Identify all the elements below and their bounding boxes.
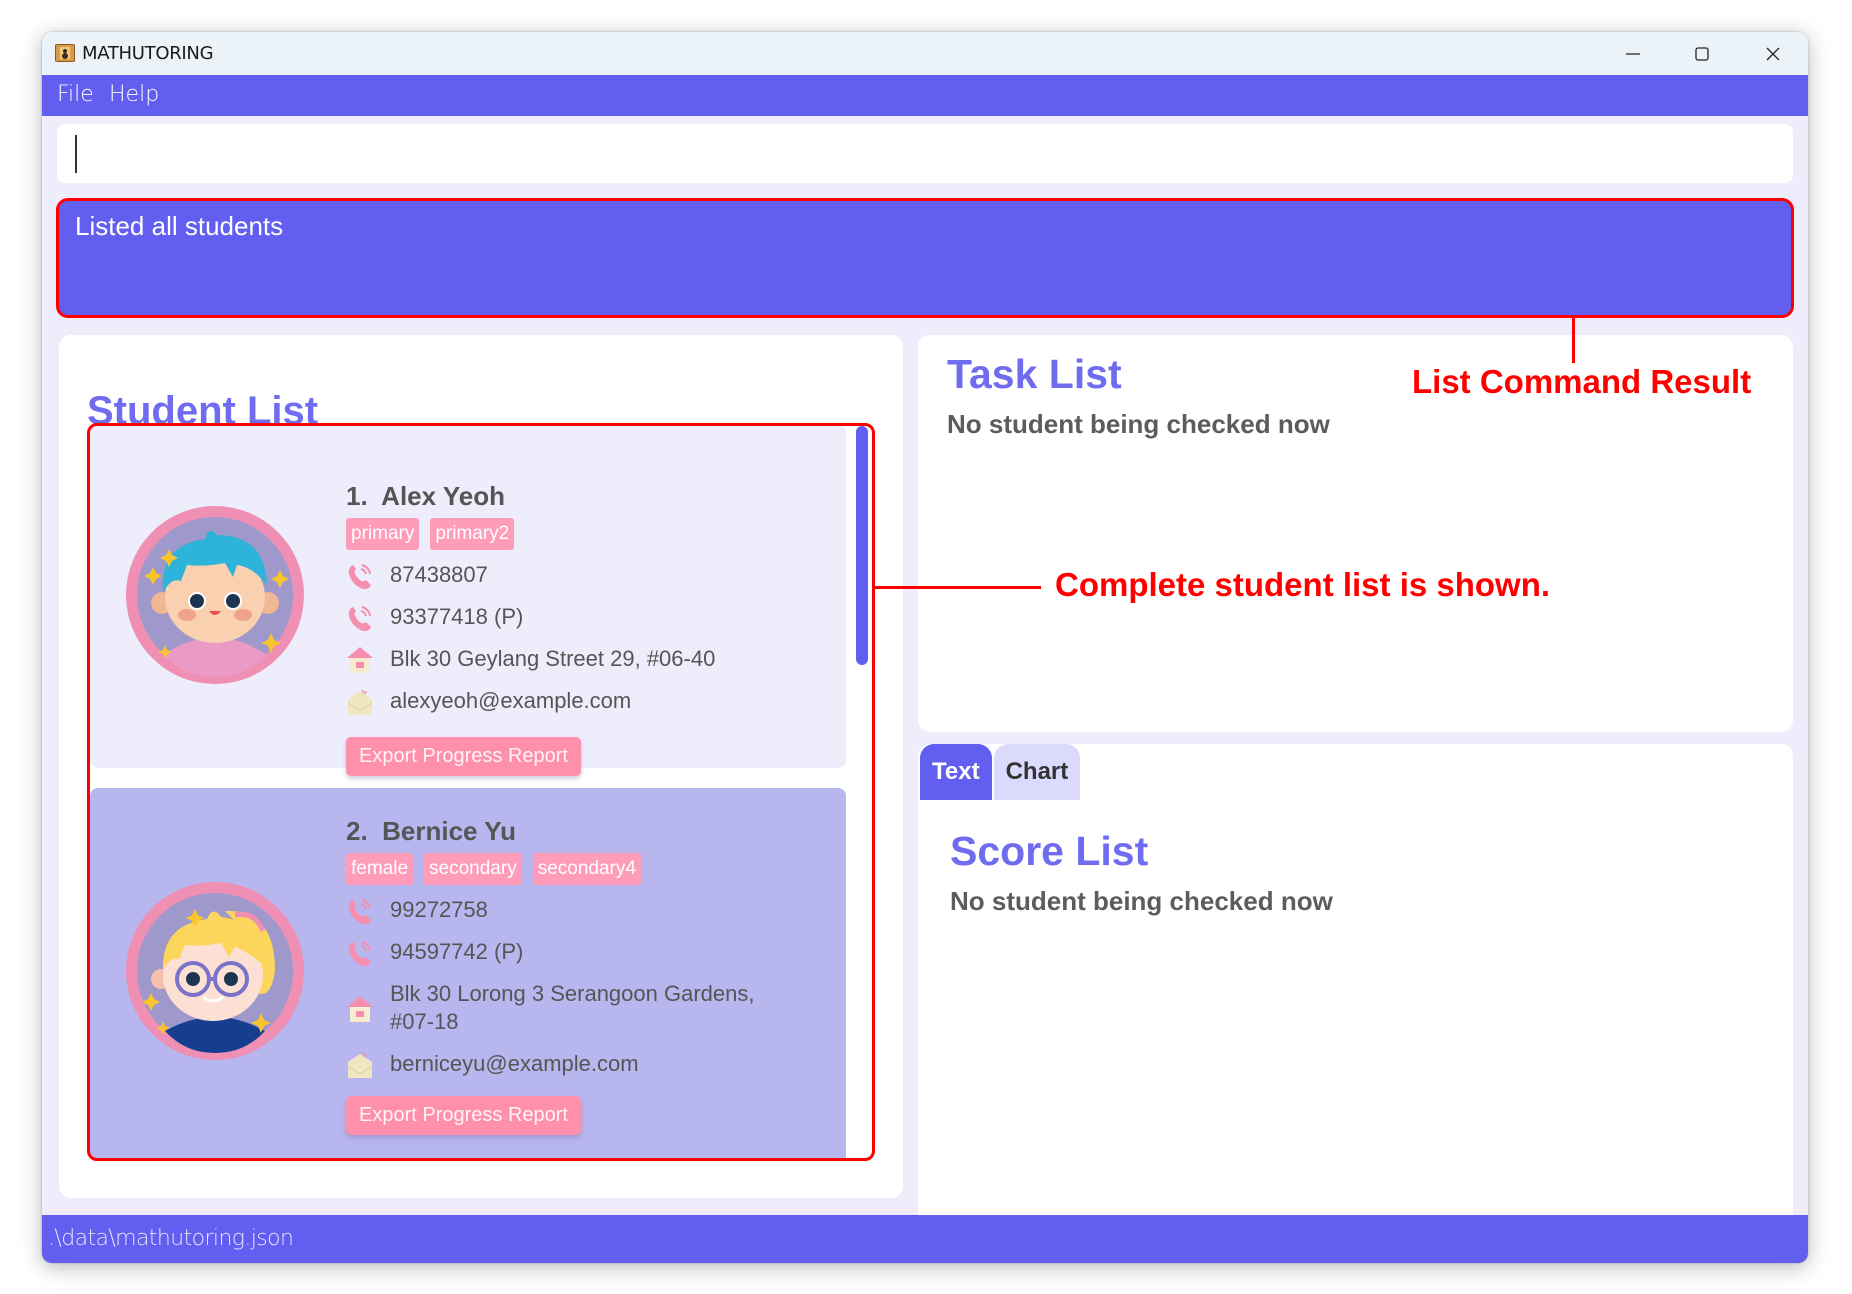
student-index: 1. [346, 481, 368, 511]
annotation-result-connector [1572, 317, 1575, 363]
tag: female [346, 853, 414, 885]
phone-icon [348, 941, 371, 967]
task-list-title: Task List [947, 351, 1122, 397]
phone-icon [348, 564, 371, 590]
window-title: MATHUTORING [82, 43, 214, 64]
result-display: Listed all students [57, 199, 1793, 317]
tag: secondary4 [532, 853, 641, 885]
address-field: Blk 30 Geylang Street 29, #06-40 [346, 645, 715, 675]
phone-field: 99272758 [346, 896, 488, 926]
email-field: alexyeoh@example.com [346, 687, 631, 717]
title-bar: MATHUTORING [42, 32, 1808, 75]
email-text: alexyeoh@example.com [390, 688, 632, 713]
menu-help[interactable]: Help [109, 82, 159, 107]
envelope-icon [347, 689, 373, 715]
address-field: Blk 30 Lorong 3 Serangoon Gardens, #07-1… [346, 980, 776, 1036]
score-tabs: Text Chart [920, 744, 1081, 800]
student-list-scrollbar[interactable] [856, 426, 868, 665]
address-text: Blk 30 Geylang Street 29, #06-40 [390, 646, 716, 671]
command-input[interactable] [57, 124, 1793, 183]
minimize-button[interactable] [1603, 32, 1663, 75]
parent-phone-field: 93377418 (P) [346, 603, 523, 633]
avatar-girl-icon [126, 882, 304, 1060]
annotation-list-label: Complete student list is shown. [1055, 566, 1551, 603]
export-progress-report-button[interactable]: Export Progress Report [346, 737, 581, 776]
annotation-result-label: List Command Result [1412, 363, 1752, 400]
tag: primary2 [430, 518, 515, 550]
close-icon [1766, 47, 1780, 60]
export-progress-report-button[interactable]: Export Progress Report [346, 1096, 581, 1135]
tag: secondary [424, 853, 522, 885]
student-name: 1. Alex Yeoh [346, 481, 505, 512]
email-text: berniceyu@example.com [390, 1051, 639, 1076]
tab-text[interactable]: Text [920, 744, 992, 800]
score-list-title: Score List [950, 828, 1149, 874]
address-text: Blk 30 Lorong 3 Serangoon Gardens, #07-1… [390, 981, 755, 1034]
close-button[interactable] [1743, 32, 1803, 75]
parent-phone-field: 94597742 (P) [346, 938, 523, 968]
house-icon [347, 647, 373, 673]
phone-text: 99272758 [390, 897, 488, 922]
score-panel: Score List No student being checked now [918, 744, 1793, 1234]
phone-icon [348, 899, 371, 925]
email-field: berniceyu@example.com [346, 1050, 639, 1080]
house-icon [347, 996, 373, 1022]
phone-field: 87438807 [346, 561, 488, 591]
student-index: 2. [346, 816, 368, 846]
student-name-text: Alex Yeoh [381, 481, 505, 511]
app-window: MATHUTORING File Help Listed all student… [42, 32, 1808, 1263]
minimize-icon [1626, 52, 1640, 55]
student-card[interactable]: 2. Bernice Yu female secondary secondary… [90, 788, 846, 1158]
parent-phone-text: 93377418 (P) [390, 604, 524, 629]
tag-list: female secondary secondary4 [346, 853, 641, 885]
text-cursor [75, 135, 77, 173]
score-list-message: No student being checked now [950, 886, 1333, 916]
tab-chart[interactable]: Chart [993, 744, 1081, 800]
phone-text: 87438807 [390, 562, 488, 587]
student-card[interactable]: 1. Alex Yeoh primary primary2 87438807 9… [90, 425, 846, 776]
menu-bar: File Help [42, 75, 1808, 116]
parent-phone-text: 94597742 (P) [390, 939, 524, 964]
task-list-message: No student being checked now [947, 409, 1330, 439]
student-list-view[interactable]: 1. Alex Yeoh primary primary2 87438807 9… [90, 423, 875, 1158]
tag: primary [346, 518, 420, 550]
student-name: 2. Bernice Yu [346, 816, 516, 847]
annotation-list-connector [875, 586, 1041, 589]
result-text: Listed all students [75, 211, 284, 241]
data-file-path: .\data\mathutoring.json [48, 1226, 294, 1251]
status-bar: .\data\mathutoring.json [42, 1215, 1808, 1263]
avatar-boy-icon [126, 506, 304, 684]
envelope-icon [347, 1052, 373, 1078]
maximize-button[interactable] [1672, 32, 1732, 75]
tag-list: primary primary2 [346, 518, 515, 550]
menu-file[interactable]: File [57, 82, 94, 107]
maximize-icon [1695, 46, 1709, 61]
app-book-icon [55, 44, 75, 62]
command-box [57, 124, 1793, 183]
student-name-text: Bernice Yu [382, 816, 517, 846]
phone-icon [348, 606, 371, 632]
